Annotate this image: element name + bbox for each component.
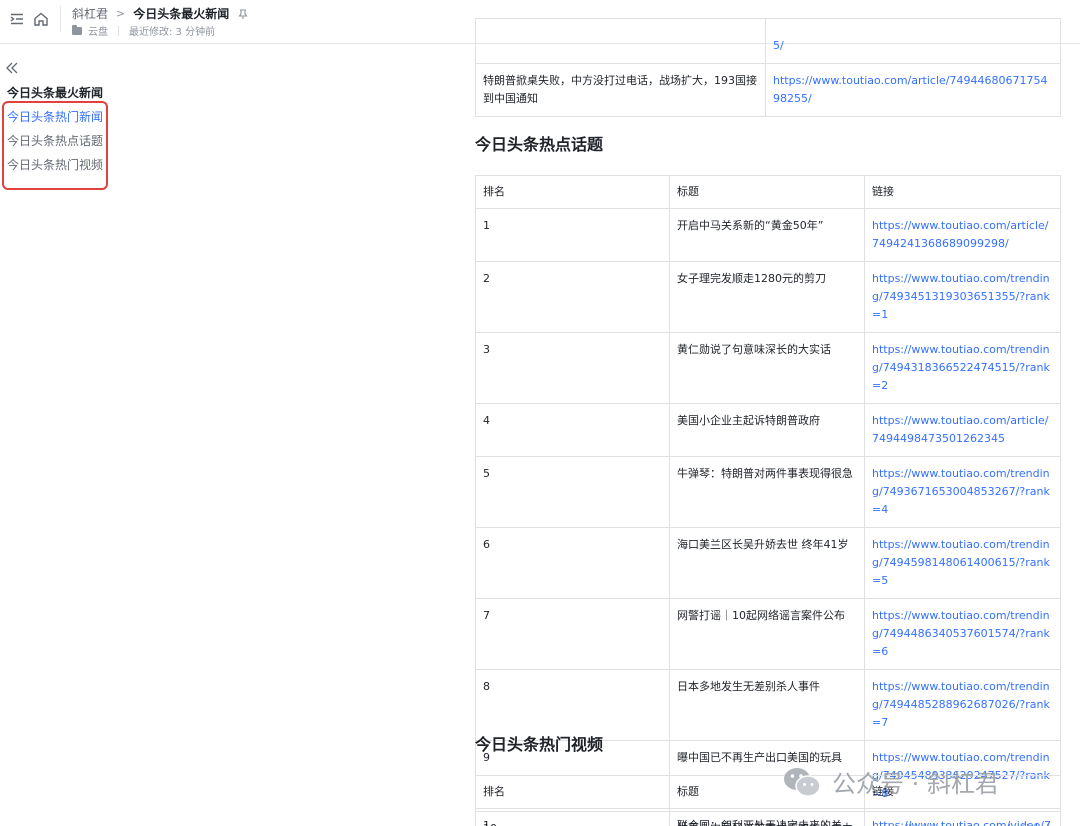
column-header: 链接	[864, 175, 1061, 209]
rank-cell: 8	[475, 669, 670, 741]
table-row: 5/	[475, 18, 1061, 64]
outline-toggle-icon[interactable]	[8, 10, 26, 28]
title-cell: 黄仁勋说了句意味深长的大实话	[669, 332, 865, 404]
title-cell: 网警打谣｜10起网络谣言案件公布	[669, 598, 865, 670]
column-header: 排名	[475, 175, 670, 209]
link-cell[interactable]: https://www.toutiao.com/trending/7494486…	[864, 598, 1061, 670]
section-heading-topics: 今日头条热点话题	[475, 135, 604, 154]
table-cell: 特朗普掀桌失败，中方没打过电话，战场扩大，193国接到中国通知	[475, 63, 766, 117]
link-cell[interactable]: https://www.toutiao.com/article/74942413…	[864, 208, 1061, 262]
link-cell[interactable]: https://www.toutiao.com/trending/7493671…	[864, 456, 1061, 528]
breadcrumb-parent[interactable]: 斜杠君	[72, 5, 108, 22]
wechat-icon	[784, 767, 821, 797]
link-cell[interactable]: https://www.toutiao.com/trending/7494318…	[864, 332, 1061, 404]
title-cell: 美国小企业主起诉特朗普政府	[669, 403, 865, 457]
meta-divider	[118, 25, 119, 36]
breadcrumb: 斜杠君 > 今日头条最火新闻	[72, 5, 249, 22]
watermark: 公众号 · 斜杠君	[782, 764, 999, 799]
news-table: 5/ 特朗普掀桌失败，中方没打过电话，战场扩大，193国接到中国通知 https…	[475, 18, 1061, 117]
table-row: 2 女子理完发顺走1280元的剪刀 https://www.toutiao.com/…	[475, 261, 1061, 333]
link-cell[interactable]: https://www.toutiao.com/article/74944984…	[864, 403, 1061, 457]
rank-cell: 4	[475, 403, 670, 457]
rank-cell: 7	[475, 598, 670, 670]
topics-table: 排名 标题 链接 1 开启中马关系新的“黄金50年” https://www.tou…	[475, 175, 1061, 826]
table-row: 1 开启中马关系新的“黄金50年” https://www.toutiao.com/…	[475, 208, 1061, 262]
rank-cell: 2	[475, 261, 670, 333]
title-cell: 海口美兰区长吴升娇去世 终年41岁	[669, 527, 865, 599]
collapse-double-chevron-icon[interactable]	[4, 60, 20, 76]
column-header: 标题	[669, 175, 865, 209]
table-row: 1 联合国：叙利亚处于决定未来的关 https://www.toutiao.com/…	[475, 808, 1061, 826]
section-heading-videos: 今日头条热门视频	[475, 735, 604, 754]
table-row: 7 网警打谣｜10起网络谣言案件公布 https://www.toutiao.com…	[475, 598, 1061, 670]
news-table-wrapper: 5/ 特朗普掀桌失败，中方没打过电话，战场扩大，193国接到中国通知 https…	[475, 18, 1061, 117]
outline-item-hot-videos[interactable]: 今日头条热门视频	[7, 156, 103, 173]
rank-cell: 1	[475, 808, 670, 826]
last-modified: 最近修改: 3 分钟前	[129, 27, 216, 38]
table-row: 特朗普掀桌失败，中方没打过电话，战场扩大，193国接到中国通知 https://…	[475, 63, 1061, 117]
table-header-row: 排名 标题 链接	[475, 175, 1061, 209]
watermark-text: 公众号 · 斜杠君	[832, 770, 999, 798]
title-cell: 联合国：叙利亚处于决定未来的关	[669, 808, 865, 826]
topics-table-wrapper: 排名 标题 链接 1 开启中马关系新的“黄金50年” https://www.tou…	[475, 175, 1061, 826]
table-row: 8 日本多地发生无差别杀人事件 https://www.toutiao.com/tr…	[475, 669, 1061, 741]
link-cell[interactable]: https://www.toutiao.com/trending/7493451…	[864, 261, 1061, 333]
table-row: 3 黄仁勋说了句意味深长的大实话 https://www.toutiao.com/t…	[475, 332, 1061, 404]
title-cell: 女子理完发顺走1280元的剪刀	[669, 261, 865, 333]
outline-item-hot-news[interactable]: 今日头条热门新闻	[7, 108, 103, 125]
rank-cell: 3	[475, 332, 670, 404]
outline-item-hot-topics[interactable]: 今日头条热点话题	[7, 132, 103, 149]
title-cell: 牛弹琴：特朗普对两件事表现得很急	[669, 456, 865, 528]
table-cell	[475, 18, 766, 64]
table-link[interactable]: https://www.toutiao.com/article/74944680…	[765, 63, 1061, 117]
link-cell[interactable]: https://www.toutiao.com/trending/7494485…	[864, 669, 1061, 741]
pin-icon[interactable]	[237, 8, 249, 20]
table-link[interactable]: 5/	[765, 18, 1061, 64]
title-cell: 开启中马关系新的“黄金50年”	[669, 208, 865, 262]
folder-icon	[72, 24, 82, 35]
link-cell[interactable]: https://www.toutiao.com/video/74	[864, 808, 1061, 826]
breadcrumb-separator: >	[116, 7, 126, 20]
table-row: 6 海口美兰区长吴升娇去世 终年41岁 https://www.toutiao.co…	[475, 527, 1061, 599]
doc-meta: 云盘 最近修改: 3 分钟前	[72, 23, 215, 38]
title-cell: 日本多地发生无差别杀人事件	[669, 669, 865, 741]
home-icon[interactable]	[32, 10, 50, 28]
column-header: 排名	[475, 775, 670, 809]
table-row: 5 牛弹琴：特朗普对两件事表现得很急 https://www.toutiao.com…	[475, 456, 1061, 528]
rank-cell: 1	[475, 208, 670, 262]
doc-location[interactable]: 云盘	[88, 23, 108, 38]
page-title[interactable]: 今日头条最火新闻	[133, 5, 229, 22]
header-divider	[60, 6, 61, 32]
table-row: 4 美国小企业主起诉特朗普政府 https://www.toutiao.com/ar…	[475, 403, 1061, 457]
rank-cell: 6	[475, 527, 670, 599]
rank-cell: 5	[475, 456, 670, 528]
outline-title[interactable]: 今日头条最火新闻	[7, 84, 103, 101]
link-cell[interactable]: https://www.toutiao.com/trending/7494598…	[864, 527, 1061, 599]
